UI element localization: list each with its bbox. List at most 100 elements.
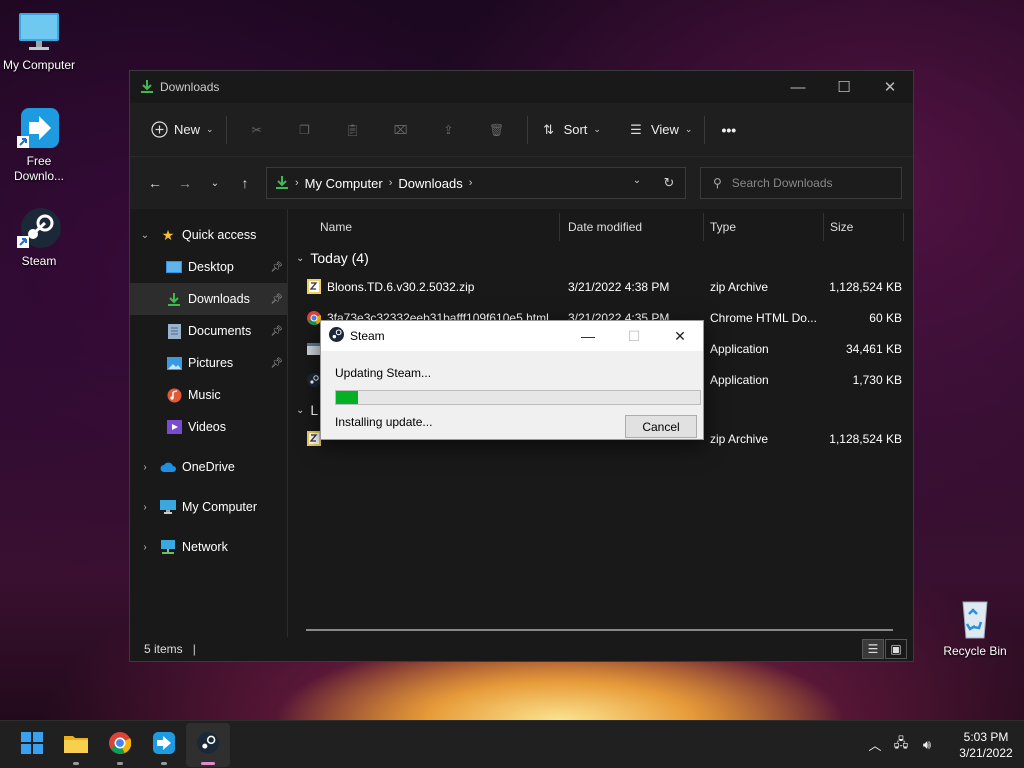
- chevron-down-icon: ⌄: [296, 252, 305, 264]
- steam-icon: [329, 327, 344, 345]
- group-header-today[interactable]: ⌄ Today (4): [288, 245, 913, 271]
- refresh-button[interactable]: ↻: [653, 175, 685, 191]
- nav-item-desktop[interactable]: Desktop 📌︎: [130, 251, 287, 283]
- clock-date: 3/21/2022: [959, 745, 1013, 760]
- file-row[interactable]: Bloons.TD.6.v30.2.5032.zip 3/21/2022 4:3…: [288, 271, 913, 302]
- nav-item-documents[interactable]: Documents 📌︎: [130, 315, 287, 347]
- nav-network[interactable]: › Network: [130, 531, 287, 563]
- forward-button[interactable]: →: [170, 168, 200, 198]
- chevron-down-icon[interactable]: ⌄: [138, 230, 152, 241]
- pin-icon[interactable]: 📌︎: [270, 262, 283, 273]
- nav-item-pictures[interactable]: Pictures 📌︎: [130, 347, 287, 379]
- update-progress-bar: [335, 390, 701, 405]
- pin-icon[interactable]: 📌︎: [270, 326, 283, 337]
- navigation-pane: ⌄ ★ Quick access Desktop 📌︎ Downloads 📌︎…: [130, 209, 288, 637]
- column-name[interactable]: Name: [288, 213, 560, 241]
- steam-update-dialog[interactable]: Steam — ☐ ✕ Updating Steam... Installing…: [320, 320, 704, 440]
- maximize-button[interactable]: ☐: [821, 71, 867, 103]
- nav-onedrive[interactable]: › OneDrive: [130, 451, 287, 483]
- dialog-titlebar[interactable]: Steam — ☐ ✕: [321, 321, 703, 351]
- column-headers: Name Date modified Type Size: [288, 209, 913, 241]
- search-icon: ⚲: [713, 176, 722, 190]
- volume-icon[interactable]: 🔊︎: [914, 737, 940, 753]
- address-row: ← → ⌄ ↑ › My Computer › Downloads › ⌄ ↻ …: [130, 157, 913, 209]
- chrome-icon: [109, 732, 132, 757]
- download-manager-icon: [153, 732, 175, 757]
- column-size[interactable]: Size: [824, 213, 904, 241]
- pin-icon[interactable]: 📌︎: [270, 358, 283, 369]
- status-separator: |: [192, 642, 196, 656]
- chevron-right-icon: ›: [468, 177, 473, 189]
- monitor-icon: [160, 499, 176, 515]
- view-button[interactable]: ☰ View ⌄: [621, 114, 699, 146]
- taskbar-file-explorer[interactable]: [54, 723, 98, 767]
- nav-my-computer[interactable]: › My Computer: [130, 491, 287, 523]
- column-date-modified[interactable]: Date modified: [560, 213, 704, 241]
- address-bar[interactable]: › My Computer › Downloads › ⌄ ↻: [266, 167, 686, 199]
- taskbar-steam[interactable]: [186, 722, 230, 767]
- network-status-icon[interactable]: 🖧︎: [888, 734, 914, 756]
- breadcrumb-downloads[interactable]: Downloads: [398, 176, 462, 191]
- back-button[interactable]: ←: [140, 168, 170, 198]
- progress-fill: [336, 391, 358, 404]
- item-count: 5 items: [144, 642, 183, 656]
- more-options-button[interactable]: •••: [711, 114, 742, 146]
- search-placeholder: Search Downloads: [731, 176, 833, 190]
- more-options-label: •••: [721, 121, 737, 138]
- horizontal-scrollbar[interactable]: [306, 629, 893, 631]
- clock[interactable]: 5:03 PM 3/21/2022: [948, 729, 1024, 761]
- rename-icon[interactable]: ⌧: [377, 114, 425, 146]
- desktop-icon-recycle-bin[interactable]: Recycle Bin: [936, 596, 1014, 659]
- details-view-button[interactable]: ☰: [862, 639, 884, 659]
- chevron-right-icon[interactable]: ›: [138, 542, 152, 553]
- dialog-title: Steam: [350, 329, 385, 343]
- desktop-icon-steam[interactable]: Steam: [0, 206, 78, 269]
- update-status-text: Updating Steam...: [335, 366, 432, 380]
- chevron-right-icon[interactable]: ›: [138, 502, 152, 513]
- search-box[interactable]: ⚲ Search Downloads: [700, 167, 902, 199]
- desktop-icon-my-computer[interactable]: My Computer: [0, 10, 78, 73]
- desktop-icon-label: Recycle Bin: [943, 644, 1007, 658]
- nav-quick-access[interactable]: ⌄ ★ Quick access: [130, 219, 287, 251]
- new-button[interactable]: New ⌄: [144, 114, 220, 146]
- recent-locations-button[interactable]: ⌄: [200, 168, 230, 198]
- cut-icon[interactable]: ✂: [233, 114, 281, 146]
- delete-icon[interactable]: 🗑︎: [473, 114, 521, 146]
- sort-icon: ⇅: [543, 121, 555, 137]
- downloads-arrow-icon: [140, 79, 154, 96]
- steam-icon: [17, 206, 61, 250]
- chevron-right-icon[interactable]: ›: [138, 462, 152, 473]
- dialog-close-button[interactable]: ✕: [657, 321, 703, 351]
- dialog-minimize-button[interactable]: —: [565, 321, 611, 351]
- up-button[interactable]: ↑: [230, 168, 260, 198]
- chevron-up-icon[interactable]: ︿: [862, 735, 888, 754]
- share-icon[interactable]: ⇪: [425, 114, 473, 146]
- chevron-down-icon: ⌄: [206, 124, 214, 134]
- cloud-icon: [160, 459, 176, 475]
- nav-item-music[interactable]: Music: [130, 379, 287, 411]
- nav-item-downloads[interactable]: Downloads 📌︎: [130, 283, 287, 315]
- explorer-titlebar[interactable]: Downloads — ☐ ✕: [130, 71, 913, 103]
- desktop-icon-label: Free Downlo...: [13, 154, 65, 183]
- minimize-button[interactable]: —: [775, 71, 821, 103]
- sort-button[interactable]: ⇅ Sort ⌄: [534, 114, 607, 146]
- address-dropdown-button[interactable]: ⌄: [621, 175, 653, 191]
- desktop-icon-free-download-manager[interactable]: Free Downlo...: [0, 106, 78, 184]
- start-button[interactable]: [10, 723, 54, 767]
- column-type[interactable]: Type: [704, 213, 824, 241]
- new-label: New: [174, 122, 201, 137]
- breadcrumb-my-computer[interactable]: My Computer: [305, 176, 383, 191]
- taskbar-free-download-manager[interactable]: [142, 723, 186, 767]
- chevron-down-icon: ⌄: [593, 124, 601, 134]
- nav-item-videos[interactable]: Videos: [130, 411, 287, 443]
- view-lines-icon: ☰: [630, 121, 642, 137]
- paste-icon[interactable]: 📋︎: [329, 114, 377, 146]
- large-icons-view-button[interactable]: ▣: [885, 639, 907, 659]
- cancel-button[interactable]: Cancel: [625, 415, 697, 438]
- close-button[interactable]: ✕: [867, 71, 913, 103]
- copy-icon[interactable]: ❐: [281, 114, 329, 146]
- folder-icon: [64, 733, 88, 756]
- taskbar-chrome[interactable]: [98, 723, 142, 767]
- steam-icon: [197, 732, 219, 757]
- pin-icon[interactable]: 📌︎: [270, 294, 283, 305]
